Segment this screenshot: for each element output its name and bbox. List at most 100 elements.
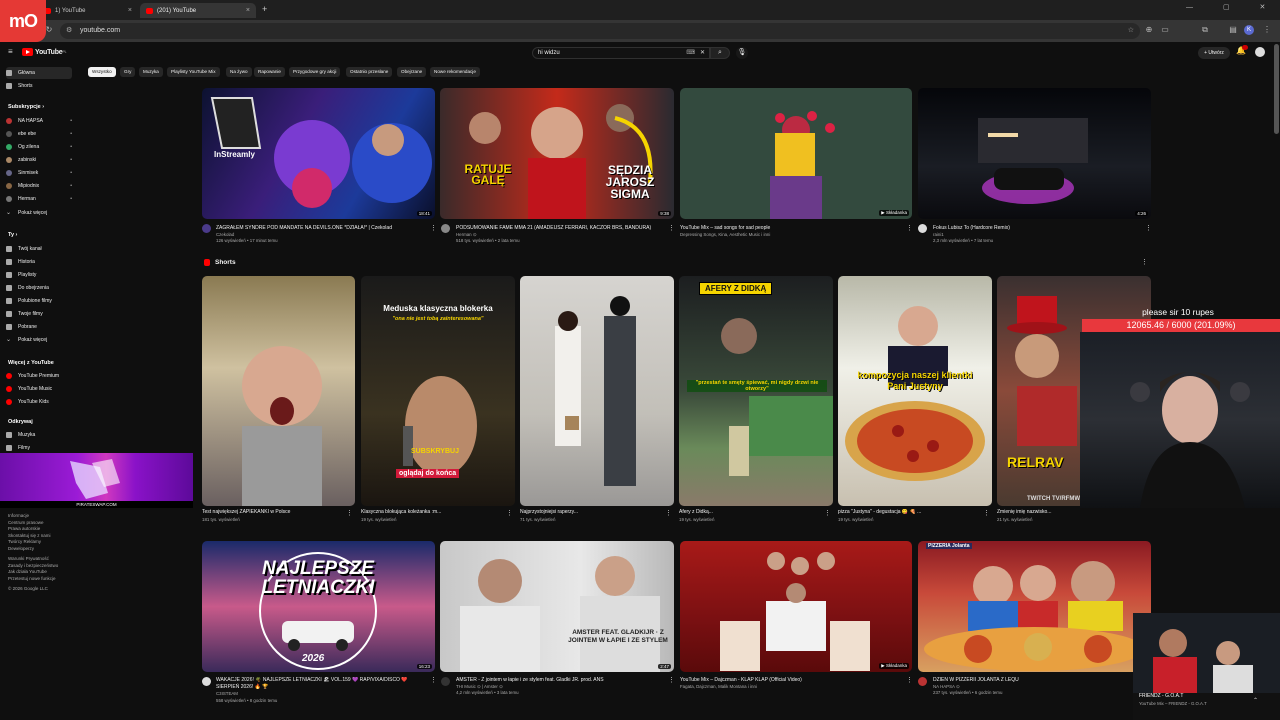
- video-thumbnail[interactable]: PIZZERIA Jolanta: [918, 541, 1151, 672]
- video-channel[interactable]: C3ISTEAM: [216, 691, 238, 698]
- more-actions-icon[interactable]: ⋮: [506, 509, 513, 517]
- sidebar-sub-item[interactable]: Og zilena •: [6, 141, 72, 153]
- video-title[interactable]: YouTube Mix – sad songs for sad people: [680, 225, 890, 231]
- sidebar-item-kids[interactable]: YouTube Kids: [6, 396, 72, 408]
- channel-avatar[interactable]: [441, 224, 450, 233]
- menu-kebab-icon[interactable]: ⋮: [1262, 25, 1272, 35]
- short-title[interactable]: Afery z Didką...: [679, 509, 819, 515]
- youtube-logo[interactable]: YouTube PL: [22, 48, 67, 56]
- short-title[interactable]: pizza "Justyna" - degustacja 😋 🍕 ...: [838, 509, 978, 515]
- video-thumbnail[interactable]: ▶ Składanka: [680, 541, 912, 672]
- sidebar-show-more[interactable]: ⌄ Pokaż więcej: [6, 334, 72, 346]
- chip-recently-uploaded[interactable]: Ostatnio przesłane: [346, 67, 393, 77]
- short-title[interactable]: Zmienię imię nazwisko...: [997, 509, 1137, 515]
- short-title[interactable]: Test największej ZAPIEKANKI w Polsce: [202, 509, 342, 515]
- more-actions-icon[interactable]: ⋮: [906, 224, 913, 232]
- more-actions-icon[interactable]: ⋮: [824, 509, 831, 517]
- chip-all[interactable]: Wszystko: [88, 67, 116, 77]
- search-input[interactable]: hi widzu ⌨ ✕: [532, 47, 710, 59]
- more-actions-icon[interactable]: ⋮: [665, 509, 672, 517]
- video-channel[interactable]: Fagata, Dajczman, Malik Montana i inni: [680, 684, 757, 691]
- sidebar-item-downloads[interactable]: Pobrane: [6, 321, 72, 333]
- shorts-more-icon[interactable]: ⋮: [1141, 258, 1148, 266]
- channel-avatar[interactable]: [918, 224, 927, 233]
- video-channel[interactable]: Depressing Songs, Kina, Aesthetic Music …: [680, 232, 770, 239]
- short-thumbnail[interactable]: AFERY Z DIDKĄ "przestań te smęty śpiewać…: [679, 276, 833, 506]
- sidebar-sub-item[interactable]: Herman •: [6, 193, 72, 205]
- channel-avatar[interactable]: [441, 677, 450, 686]
- page-scrollbar[interactable]: [1274, 44, 1279, 134]
- search-button[interactable]: ⌕: [710, 47, 730, 59]
- sidebar-item-playlists[interactable]: Playlisty: [6, 269, 72, 281]
- more-actions-icon[interactable]: ⋮: [983, 509, 990, 517]
- video-thumbnail[interactable]: 4:26: [918, 88, 1151, 219]
- subscriptions-header[interactable]: Subskrypcje ›: [8, 104, 44, 110]
- video-title[interactable]: DZIEŃ W PIZZERII JOLANTA Z LEQU: [933, 677, 1143, 683]
- mini-player[interactable]: FRIENDZ - G.O.A.T YouTube Mix – FRIENDZ …: [1133, 613, 1280, 720]
- voice-search-button[interactable]: 🎙: [736, 47, 748, 59]
- sidebar-item-your-videos[interactable]: Twoje filmy: [6, 308, 72, 320]
- sidebar-sub-item[interactable]: zabinski •: [6, 154, 72, 166]
- sidebar-sub-item[interactable]: Mipiodnix •: [6, 180, 72, 192]
- more-actions-icon[interactable]: ⋮: [430, 676, 437, 684]
- sidebar-item-liked[interactable]: Polubione filmy: [6, 295, 72, 307]
- browser-tab[interactable]: 1) YouTube ×: [38, 3, 138, 18]
- video-thumbnail[interactable]: RATUJE GALĘ SĘDZIA JAROSZ SIGMA 9:38: [440, 88, 674, 219]
- video-title[interactable]: WAKACJE 2026! 🌴 NAJLEPSZE LETNIACZKI 🏖 V…: [216, 677, 426, 690]
- profile-avatar[interactable]: K: [1244, 25, 1254, 35]
- chip-music[interactable]: Muzyka: [139, 67, 163, 77]
- close-icon[interactable]: ×: [246, 7, 250, 14]
- browser-tab-active[interactable]: (201) YouTube ×: [140, 3, 256, 18]
- short-thumbnail[interactable]: Meduska klasyczna blokerka "ona nie jest…: [361, 276, 515, 506]
- chip-new-recommendations[interactable]: Nowe rekomendacje: [430, 67, 480, 77]
- video-thumbnail[interactable]: AMSTER FEAT. GLADKIJR · Z JOINTEM W ŁAPI…: [440, 541, 674, 672]
- channel-avatar[interactable]: [202, 677, 211, 686]
- short-title[interactable]: Najprzystojniejsi raperzy...: [520, 509, 660, 515]
- sidebar-item-shorts[interactable]: Shorts: [6, 80, 72, 92]
- expand-chevron-icon[interactable]: ⌃: [1253, 697, 1258, 704]
- more-actions-icon[interactable]: ⋮: [430, 224, 437, 232]
- video-thumbnail[interactable]: InStreamly 18:41: [202, 88, 435, 219]
- sidebar-item-your-channel[interactable]: Twój kanał: [6, 243, 72, 255]
- more-actions-icon[interactable]: ⋮: [668, 676, 675, 684]
- sidebar-show-more[interactable]: ⌄ Pokaż więcej: [6, 207, 72, 219]
- sidebar-sub-item[interactable]: NA HAPSA •: [6, 115, 72, 127]
- chip-rap[interactable]: Rapowanie: [254, 67, 285, 77]
- create-button[interactable]: + Utwórz: [1198, 47, 1230, 59]
- video-thumbnail[interactable]: NAJLEPSZE LETNIACZKI 2026 16:23: [202, 541, 435, 672]
- sidebar-sub-item[interactable]: ebe ebe •: [6, 128, 72, 140]
- sidebar-sub-item[interactable]: Sinmisek •: [6, 167, 72, 179]
- hamburger-menu-icon[interactable]: ≡: [8, 47, 13, 56]
- video-title[interactable]: AMSTER - Z jointem w łapie i ze stylem f…: [456, 677, 666, 683]
- sidebar-item-premium[interactable]: YouTube Premium: [6, 370, 72, 382]
- you-section-header[interactable]: Ty ›: [8, 232, 17, 238]
- account-avatar[interactable]: [1255, 47, 1265, 57]
- video-title[interactable]: Fokus Lubisz To (Hardcore Remix): [933, 225, 1143, 231]
- sidebar-footer-links[interactable]: Informacje Centrum prasowe Prawa autorsk…: [8, 513, 78, 593]
- short-title[interactable]: Klasyczna blokująca koleżanka :m...: [361, 509, 501, 515]
- close-icon[interactable]: ×: [128, 7, 132, 14]
- extensions-icon[interactable]: ⧉: [1200, 25, 1210, 35]
- bookmark-star-icon[interactable]: ☆: [1128, 23, 1134, 39]
- short-thumbnail[interactable]: [202, 276, 355, 506]
- short-thumbnail[interactable]: [520, 276, 674, 506]
- chip-games[interactable]: Gry: [120, 67, 136, 77]
- chip-watched[interactable]: Obejrzane: [397, 67, 427, 77]
- site-info-icon[interactable]: ⚙: [66, 23, 72, 39]
- video-title[interactable]: YouTube Mix – Dajczman - KLAP KLAP (Offi…: [680, 677, 890, 683]
- sidebar-item-music[interactable]: YouTube Music: [6, 383, 72, 395]
- more-actions-icon[interactable]: ⋮: [668, 224, 675, 232]
- more-actions-icon[interactable]: ⋮: [346, 509, 353, 517]
- zoom-icon[interactable]: ⊕: [1144, 25, 1154, 35]
- more-actions-icon[interactable]: ⋮: [1145, 224, 1152, 232]
- more-actions-icon[interactable]: ⋮: [906, 676, 913, 684]
- video-title[interactable]: ZAGRAŁEM SYNDRE POD MANDATE NA DEVILS.ON…: [216, 225, 426, 231]
- sidebar-item-home[interactable]: Główna: [6, 67, 72, 79]
- sidebar-item-explore-music[interactable]: Muzyka: [6, 429, 72, 441]
- window-controls[interactable]: — ▢ ✕: [1186, 3, 1279, 11]
- url-field[interactable]: ⚙ youtube.com ☆: [60, 23, 1140, 39]
- keyboard-icon[interactable]: ⌨: [686, 48, 695, 58]
- chip-live[interactable]: Na żywo: [226, 67, 252, 77]
- cast-icon[interactable]: ▭: [1160, 25, 1170, 35]
- chip-mix-playlists[interactable]: Playlisty YouTube Mix: [167, 67, 220, 77]
